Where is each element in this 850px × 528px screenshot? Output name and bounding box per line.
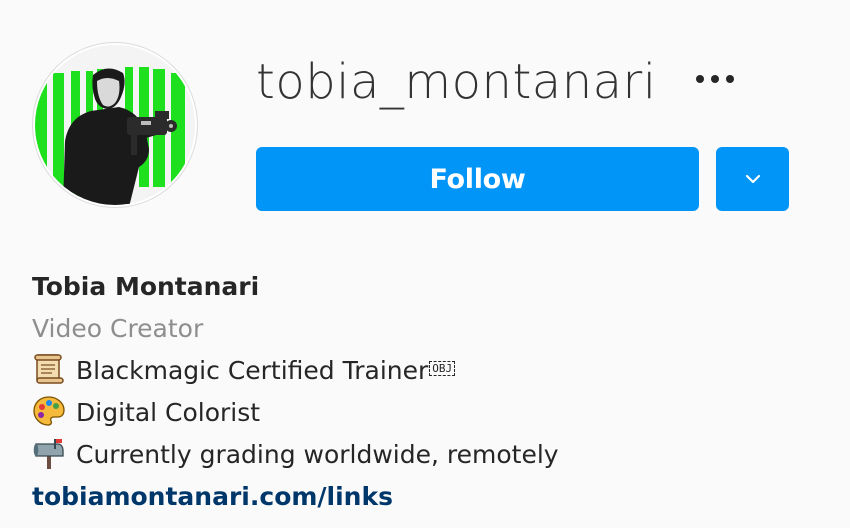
palette-icon (33, 396, 65, 426)
more-options-icon-dot (711, 75, 719, 83)
follow-button[interactable]: Follow (256, 147, 699, 211)
profile-bio: Tobia Montanari Video Creator Blackmagic… (32, 266, 812, 518)
bio-line: Currently grading worldwide, remotely (32, 434, 812, 476)
scroll-icon (34, 354, 64, 384)
more-options-icon-dot (726, 75, 734, 83)
bio-line: Blackmagic Certified Trainer OBJ (32, 350, 812, 392)
avatar-photo (35, 45, 195, 205)
bio-line: Digital Colorist (32, 392, 812, 434)
full-name: Tobia Montanari (32, 272, 260, 301)
more-options-icon (696, 75, 704, 83)
mailbox-icon (33, 439, 64, 469)
username: tobia_montanari (256, 54, 657, 110)
bio-text: Digital Colorist (76, 398, 261, 427)
category-label: Video Creator (32, 314, 204, 343)
profile-avatar[interactable] (32, 42, 198, 208)
bio-text: Currently grading worldwide, remotely (76, 440, 559, 469)
bio-text: Blackmagic Certified Trainer (76, 356, 429, 385)
suggested-accounts-dropdown-button[interactable] (716, 147, 789, 211)
chevron-down-icon (745, 174, 760, 184)
avatar-image (35, 45, 195, 205)
external-link[interactable]: tobiamontanari.com/links (32, 476, 812, 518)
more-options-button[interactable] (692, 64, 742, 94)
object-replacement-glyph: OBJ (429, 361, 456, 376)
